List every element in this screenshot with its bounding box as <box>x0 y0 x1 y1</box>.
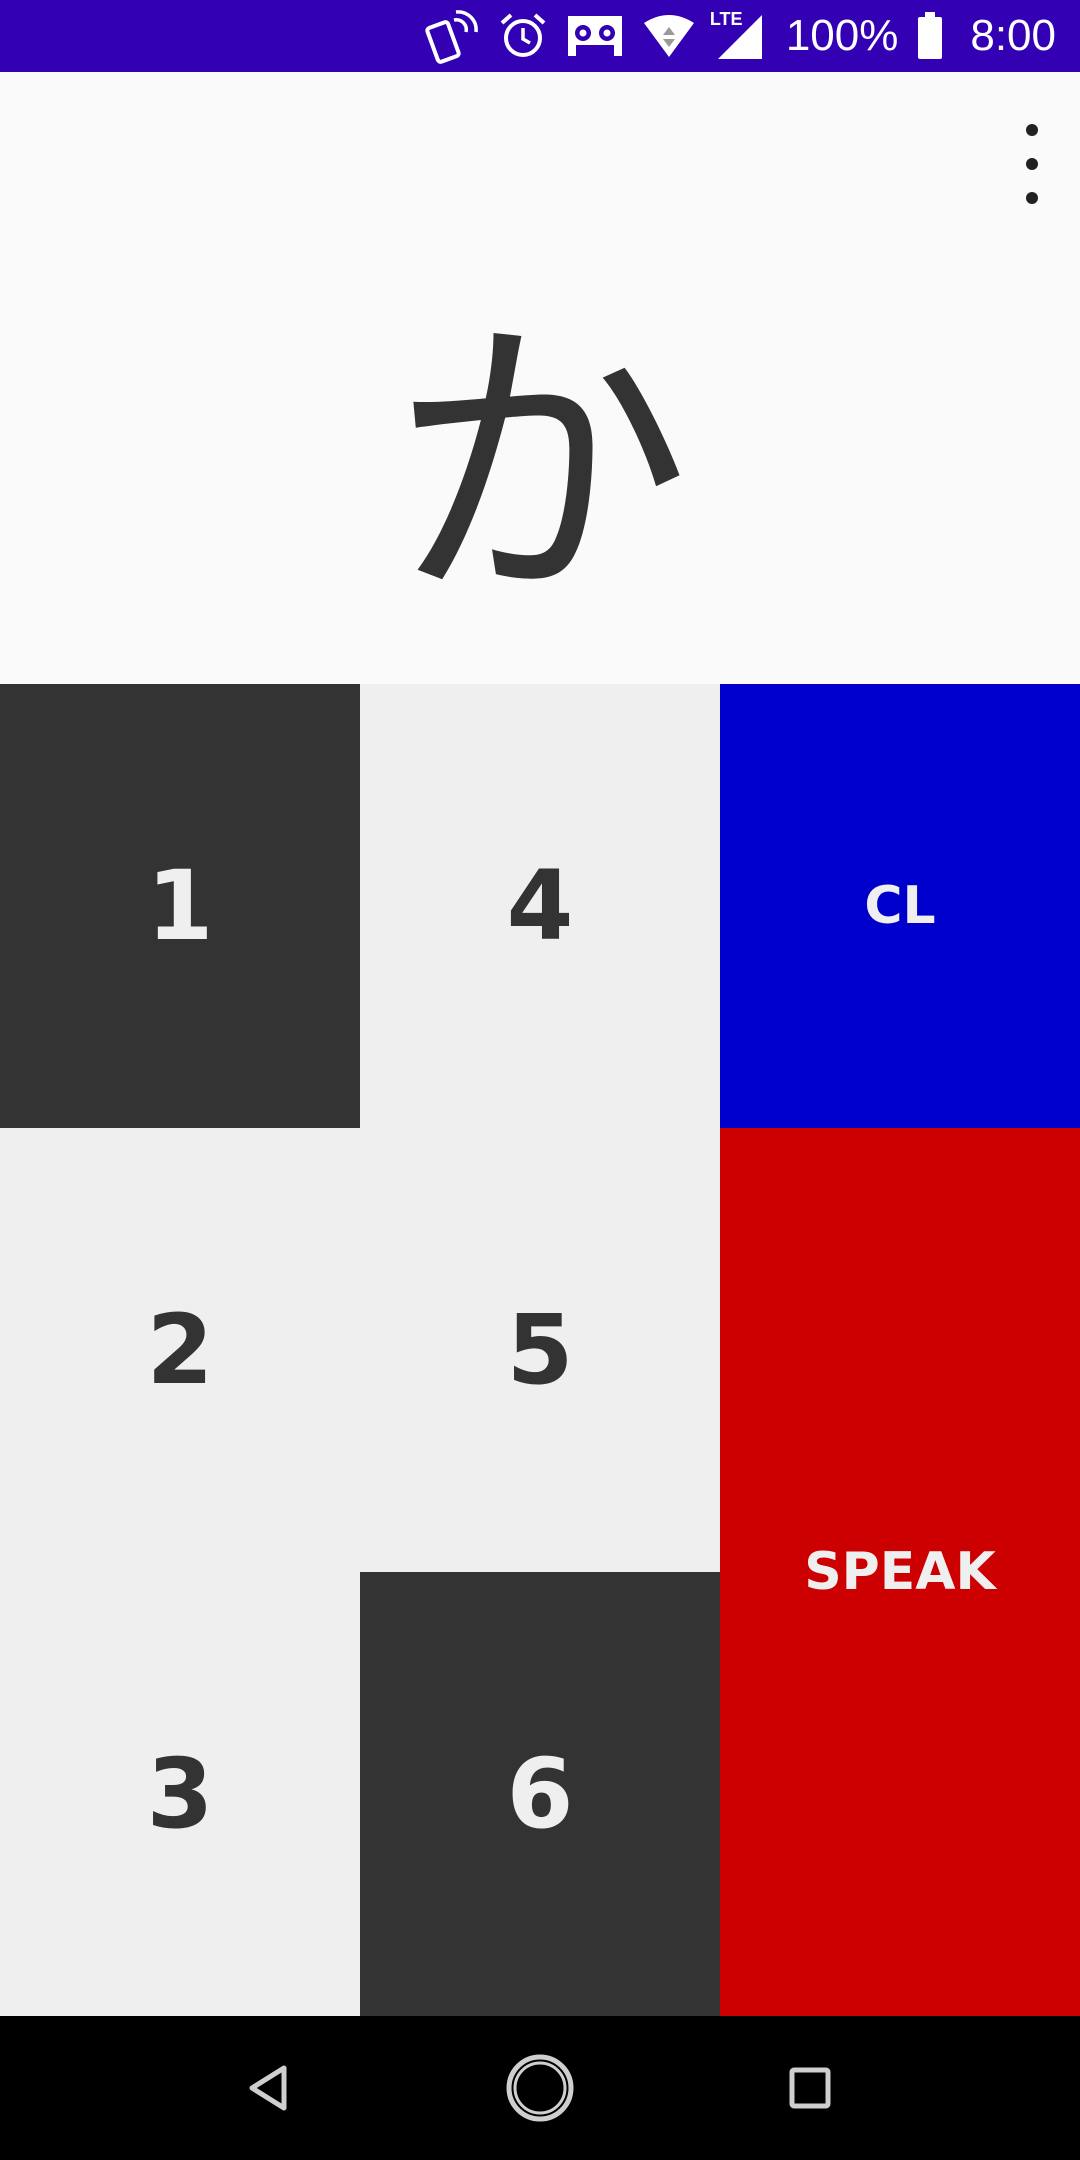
key-5[interactable]: 5 <box>360 1128 720 1572</box>
lte-label: LTE <box>709 9 743 29</box>
keypad: 1 2 3 4 5 6 CL SPEAK <box>0 684 1080 2016</box>
key-6[interactable]: 6 <box>360 1572 720 2016</box>
status-bar: LTE 100% 8:00 <box>0 0 1080 72</box>
battery-icon <box>916 12 944 60</box>
speak-button[interactable]: SPEAK <box>720 1128 1080 2016</box>
key-3[interactable]: 3 <box>0 1572 360 2016</box>
key-2[interactable]: 2 <box>0 1128 360 1572</box>
menu-dot <box>1026 192 1038 204</box>
braille-character-display: か <box>390 292 690 641</box>
key-4[interactable]: 4 <box>360 684 720 1128</box>
navigation-bar <box>0 2016 1080 2160</box>
menu-dot <box>1026 158 1038 170</box>
recents-icon[interactable] <box>770 2048 850 2128</box>
display-area: か <box>0 72 1080 684</box>
alarm-icon <box>498 11 548 61</box>
voicemail-icon <box>566 13 624 59</box>
home-icon[interactable] <box>500 2048 580 2128</box>
phone-vibrate-icon <box>424 8 480 64</box>
menu-dot <box>1026 124 1038 136</box>
key-1[interactable]: 1 <box>0 684 360 1128</box>
clear-button[interactable]: CL <box>720 684 1080 1128</box>
clock: 8:00 <box>970 11 1056 60</box>
back-icon[interactable] <box>230 2048 310 2128</box>
wifi-icon <box>642 13 696 59</box>
more-vert-icon[interactable] <box>1014 124 1050 204</box>
lte-signal-icon: LTE <box>710 9 764 61</box>
battery-percent: 100% <box>785 11 899 60</box>
